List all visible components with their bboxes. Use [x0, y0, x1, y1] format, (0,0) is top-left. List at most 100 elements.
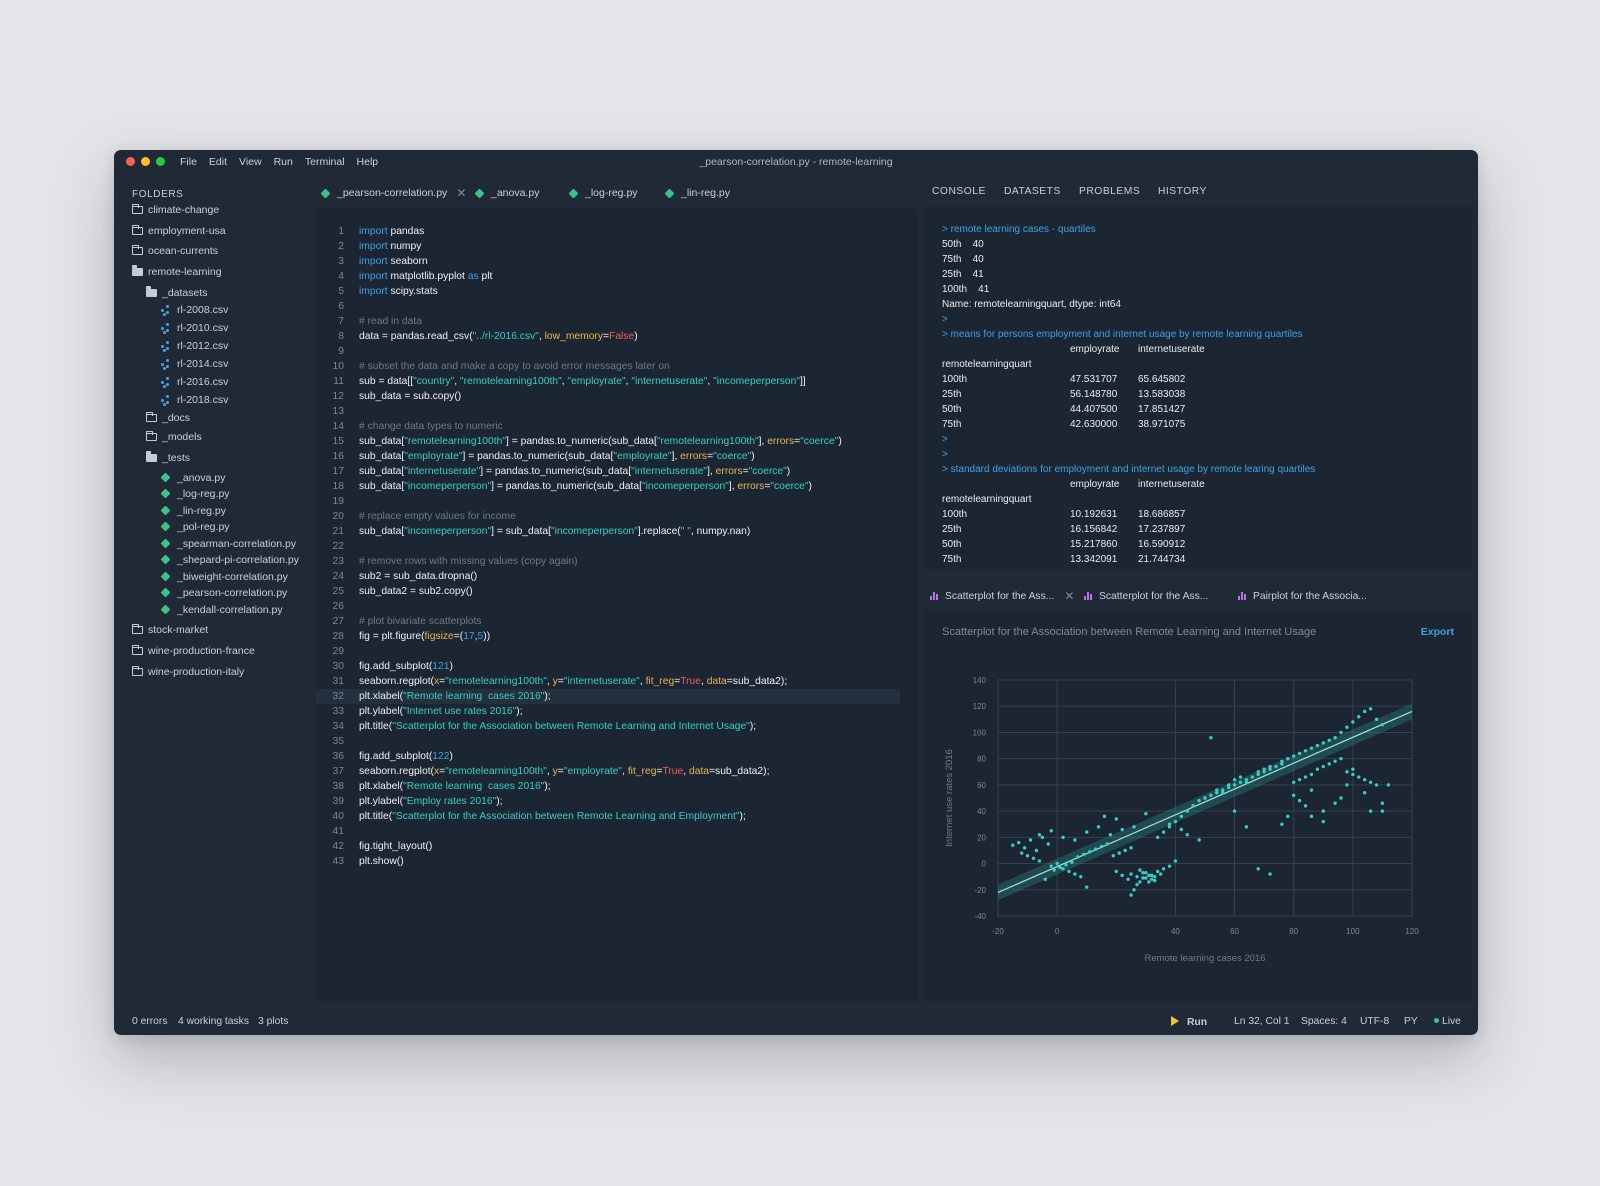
scatter-point [1357, 715, 1361, 719]
y-tick-label: 100 [973, 728, 987, 737]
close-tab-icon[interactable]: ✕ [1064, 589, 1074, 603]
plot-tab-scatter-employment[interactable]: Scatterplot for the Ass... [1084, 588, 1208, 604]
code-line[interactable]: 38 plt.xlabel("Remote learning cases 2016… [316, 779, 918, 794]
code-token: "remotelearning100th" [445, 676, 547, 687]
code-line[interactable]: 32 plt.xlabel("Remote learning cases 2016… [316, 689, 900, 704]
code-line[interactable]: 36 fig.add_subplot(122) [316, 749, 918, 764]
code-line[interactable]: 33 plt.ylabel("Internet use rates 2016"); [316, 704, 918, 719]
tree-item-folder[interactable]: _docs [145, 409, 190, 427]
code-line[interactable]: 26 [316, 599, 918, 614]
code-line[interactable]: 20 # replace empty values for income [316, 509, 918, 524]
code-line[interactable]: 35 [316, 734, 918, 749]
tab-anova[interactable]: _anova.py [474, 184, 539, 202]
status-encoding[interactable]: UTF-8 [1360, 1016, 1389, 1027]
code-line[interactable]: 10 # subset the data and make a copy to a… [316, 359, 918, 374]
code-line[interactable]: 9 [316, 344, 918, 359]
code-line[interactable]: 4 import matplotlib.pyplot as plt [316, 269, 918, 284]
tree-item-py[interactable]: _shepard-pi-correlation.py [160, 551, 299, 569]
code-line[interactable]: 24 sub2 = sub_data.dropna() [316, 569, 918, 584]
code-line[interactable]: 25 sub_data2 = sub2.copy() [316, 584, 918, 599]
code-line[interactable]: 8 data = pandas.read_csv("../rl-2016.csv"… [316, 329, 918, 344]
console-output[interactable]: > remote learning cases - quartiles 50th … [924, 206, 1472, 570]
tab-history[interactable]: HISTORY [1158, 186, 1207, 197]
tree-item-csv[interactable]: rl-2014.csv [160, 355, 228, 373]
tree-item-py[interactable]: _lin-reg.py [160, 502, 226, 520]
code-line[interactable]: 16 sub_data["employrate"] = pandas.to_num… [316, 449, 918, 464]
plot-tab-pairplot[interactable]: Pairplot for the Associa... [1238, 588, 1367, 604]
code-line[interactable]: 15 sub_data["remotelearning100th"] = pand… [316, 434, 918, 449]
close-tab-icon[interactable]: ✕ [456, 186, 466, 200]
tree-item-csv[interactable]: rl-2010.csv [160, 319, 228, 337]
tree-item-folder-open[interactable]: remote-learning [132, 263, 222, 281]
status-indentation[interactable]: Spaces: 4 [1301, 1016, 1347, 1027]
code-line[interactable]: 6 [316, 299, 918, 314]
code-line[interactable]: 37 seaborn.regplot(x="remotelearning100th… [316, 764, 918, 779]
run-button[interactable]: Run [1171, 1016, 1207, 1028]
code-line[interactable]: 40 plt.title("Scatterplot for the Associa… [316, 809, 918, 824]
code-token: "incomeperperson" [713, 376, 801, 387]
tree-item-py[interactable]: _anova.py [160, 469, 225, 487]
code-line[interactable]: 22 [316, 539, 918, 554]
tab-pearson-correlation[interactable]: _pearson-correlation.py ✕ [320, 184, 466, 202]
tree-item-folder[interactable]: employment-usa [131, 222, 226, 240]
code-line[interactable]: 18 sub_data["incomeperperson"] = pandas.t… [316, 479, 918, 494]
code-line[interactable]: 23 # remove rows with missing values (cop… [316, 554, 918, 569]
tree-item-folder[interactable]: stock-market [131, 621, 208, 639]
status-plots[interactable]: 3 plots [258, 1016, 288, 1027]
code-line[interactable]: 28 fig = plt.figure(figsize=(17,5)) [316, 629, 918, 644]
tree-item-folder[interactable]: _models [145, 428, 202, 446]
code-line[interactable]: 7 # read in data [316, 314, 918, 329]
tree-item-folder[interactable]: wine-production-italy [131, 663, 244, 681]
tree-item-csv[interactable]: rl-2018.csv [160, 391, 228, 409]
code-line[interactable]: 17 sub_data["internetuserate"] = pandas.t… [316, 464, 918, 479]
tree-item-py[interactable]: _pol-reg.py [160, 518, 230, 536]
tab-problems[interactable]: PROBLEMS [1079, 186, 1140, 197]
code-line[interactable]: 14 # change data types to numeric [316, 419, 918, 434]
line-number: 43 [332, 856, 344, 867]
tab-console[interactable]: CONSOLE [932, 186, 986, 197]
tree-item-csv[interactable]: rl-2012.csv [160, 337, 228, 355]
status-language[interactable]: PY [1404, 1016, 1418, 1027]
code-line[interactable]: 21 sub_data["incomeperperson"] = sub_data… [316, 524, 918, 539]
code-line[interactable]: 12 sub_data = sub.copy() [316, 389, 918, 404]
code-line[interactable]: 43 plt.show() [316, 854, 918, 869]
tree-item-csv[interactable]: rl-2016.csv [160, 373, 228, 391]
code-line[interactable]: 42 fig.tight_layout() [316, 839, 918, 854]
code-line[interactable]: 11 sub = data[["country", "remotelearning… [316, 374, 918, 389]
tree-item-py[interactable]: _kendall-correlation.py [160, 601, 283, 619]
tree-item-folder[interactable]: climate-change [131, 201, 219, 219]
status-live[interactable]: Live [1434, 1016, 1461, 1027]
status-cursor-position[interactable]: Ln 32, Col 1 [1234, 1016, 1290, 1027]
status-tasks[interactable]: 4 working tasks [178, 1016, 249, 1027]
tree-item-folder[interactable]: ocean-currents [131, 242, 218, 260]
tree-item-folder[interactable]: wine-production-france [131, 642, 255, 660]
tab-datasets[interactable]: DATASETS [1004, 186, 1061, 197]
code-line[interactable]: 27 # plot bivariate scatterplots [316, 614, 918, 629]
tree-item-py[interactable]: _biweight-correlation.py [160, 568, 288, 586]
code-line[interactable]: 31 seaborn.regplot(x="remotelearning100th… [316, 674, 918, 689]
code-line[interactable]: 3 import seaborn [316, 254, 918, 269]
tree-item-py[interactable]: _spearman-correlation.py [160, 535, 296, 553]
code-line[interactable]: 41 [316, 824, 918, 839]
tab-lin-reg[interactable]: _lin-reg.py [664, 184, 730, 202]
code-line[interactable]: 13 [316, 404, 918, 419]
code-line[interactable]: 19 [316, 494, 918, 509]
export-button[interactable]: Export [1421, 626, 1454, 638]
tree-item-folder-open[interactable]: _datasets [146, 284, 208, 302]
code-area[interactable]: 1 import pandas 2 import numpy 3 import seabo… [316, 208, 918, 1002]
status-errors[interactable]: 0 errors [132, 1016, 167, 1027]
tree-item-py[interactable]: _pearson-correlation.py [160, 584, 287, 602]
code-line[interactable]: 39 plt.ylabel("Employ rates 2016"); [316, 794, 918, 809]
code-line[interactable]: 34 plt.title("Scatterplot for the Associa… [316, 719, 918, 734]
code-line[interactable]: 2 import numpy [316, 239, 918, 254]
tree-item-py[interactable]: _log-reg.py [160, 485, 230, 503]
code-token: ], [707, 466, 716, 477]
tab-log-reg[interactable]: _log-reg.py [568, 184, 638, 202]
tree-item-csv[interactable]: rl-2008.csv [160, 301, 228, 319]
code-line[interactable]: 1 import pandas [316, 224, 918, 239]
code-line[interactable]: 5 import scipy.stats [316, 284, 918, 299]
code-line[interactable]: 30 fig.add_subplot(121) [316, 659, 918, 674]
plot-tab-scatter-internet[interactable]: Scatterplot for the Ass... ✕ [930, 588, 1074, 604]
tree-item-folder-open[interactable]: _tests [146, 449, 190, 467]
code-line[interactable]: 29 [316, 644, 918, 659]
